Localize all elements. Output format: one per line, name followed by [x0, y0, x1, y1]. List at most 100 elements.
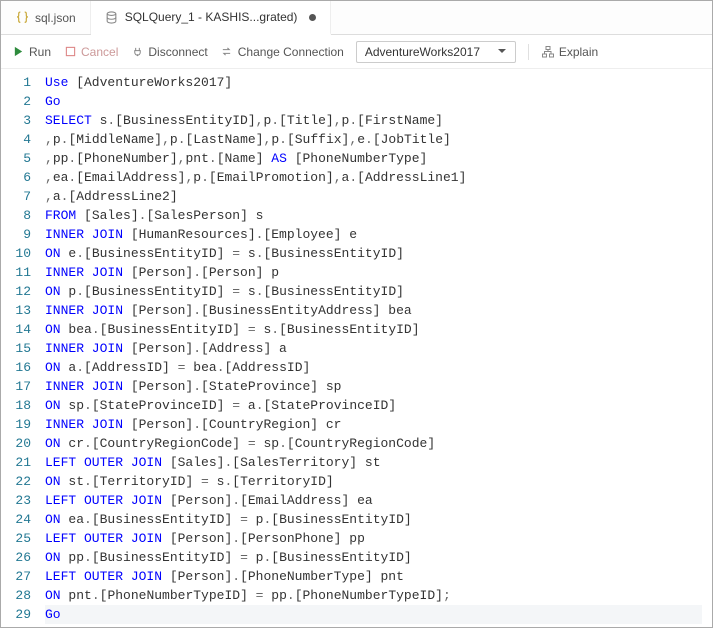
- code-token: p: [271, 132, 279, 147]
- code-token: [BusinessEntityID]: [84, 246, 232, 261]
- code-line[interactable]: ON e.[BusinessEntityID] = s.[BusinessEnt…: [45, 244, 702, 263]
- code-token: ,: [334, 113, 342, 128]
- code-line[interactable]: ,p.[MiddleName],p.[LastName],p.[Suffix],…: [45, 130, 702, 149]
- code-token: [PhoneNumberTypeID]: [295, 588, 443, 603]
- code-token: sp: [256, 436, 279, 451]
- disconnect-button[interactable]: Disconnect: [130, 45, 207, 59]
- code-line[interactable]: ON cr.[CountryRegionCode] = sp.[CountryR…: [45, 434, 702, 453]
- line-number: 29: [11, 605, 31, 624]
- code-line[interactable]: ,pp.[PhoneNumber],pnt.[Name] AS [PhoneNu…: [45, 149, 702, 168]
- code-token: ea: [61, 512, 84, 527]
- code-token: [CountryRegionCode]: [287, 436, 435, 451]
- line-number: 22: [11, 472, 31, 491]
- code-token: .: [279, 132, 287, 147]
- code-token: bea: [185, 360, 216, 375]
- code-line[interactable]: LEFT OUTER JOIN [Sales].[SalesTerritory]…: [45, 453, 702, 472]
- code-token: ON: [45, 588, 61, 603]
- code-token: .: [178, 132, 186, 147]
- tree-icon: [541, 45, 555, 59]
- code-line[interactable]: Go: [45, 92, 702, 111]
- code-token: [PhoneNumber]: [76, 151, 177, 166]
- line-number: 3: [11, 111, 31, 130]
- code-token: [BusinessEntityID]: [92, 550, 240, 565]
- change-connection-button[interactable]: Change Connection: [220, 45, 344, 59]
- code-line[interactable]: ,a.[AddressLine2]: [45, 187, 702, 206]
- code-token: .: [256, 284, 264, 299]
- code-token: [FirstName]: [357, 113, 443, 128]
- code-token: [TerritoryID]: [232, 474, 333, 489]
- code-line[interactable]: LEFT OUTER JOIN [Person].[PersonPhone] p…: [45, 529, 702, 548]
- code-token: ea: [53, 170, 69, 185]
- dirty-indicator-icon: [309, 14, 316, 21]
- cancel-button[interactable]: Cancel: [63, 45, 118, 59]
- code-token: [BusinessEntityID]: [271, 512, 411, 527]
- code-line[interactable]: SELECT s.[BusinessEntityID],p.[Title],p.…: [45, 111, 702, 130]
- code-token: p: [170, 132, 178, 147]
- code-token: [BusinessEntityID]: [264, 284, 404, 299]
- code-token: [Person]: [123, 417, 193, 432]
- code-token: .: [84, 436, 92, 451]
- code-token: .: [287, 588, 295, 603]
- code-line[interactable]: INNER JOIN [Person].[Address] a: [45, 339, 702, 358]
- line-number: 27: [11, 567, 31, 586]
- code-line[interactable]: INNER JOIN [Person].[StateProvince] sp: [45, 377, 702, 396]
- code-line[interactable]: Use [AdventureWorks2017]: [45, 73, 702, 92]
- code-token: [BusinessEntityID]: [84, 284, 232, 299]
- code-token: .: [84, 398, 92, 413]
- code-token: s: [209, 474, 225, 489]
- code-token: =: [232, 246, 240, 261]
- code-line[interactable]: ON bea.[BusinessEntityID] = s.[BusinessE…: [45, 320, 702, 339]
- connection-select[interactable]: AdventureWorks2017: [356, 41, 516, 63]
- line-number: 6: [11, 168, 31, 187]
- explain-label: Explain: [559, 45, 598, 59]
- code-token: .: [232, 531, 240, 546]
- code-line[interactable]: ,ea.[EmailAddress],p.[EmailPromotion],a.…: [45, 168, 702, 187]
- code-line[interactable]: ON p.[BusinessEntityID] = s.[BusinessEnt…: [45, 282, 702, 301]
- code-token: Go: [45, 94, 61, 109]
- code-editor[interactable]: 1234567891011121314151617181920212223242…: [1, 69, 712, 627]
- code-token: ,: [45, 132, 53, 147]
- tab-active[interactable]: SQLQuery_1 - KASHIS...grated): [91, 1, 332, 35]
- code-token: [StateProvinceID]: [92, 398, 232, 413]
- code-line[interactable]: INNER JOIN [Person].[BusinessEntityAddre…: [45, 301, 702, 320]
- code-line[interactable]: Go: [45, 605, 702, 624]
- code-line[interactable]: INNER JOIN [HumanResources].[Employee] e: [45, 225, 702, 244]
- code-line[interactable]: ON pp.[BusinessEntityID] = p.[BusinessEn…: [45, 548, 702, 567]
- code-line[interactable]: ON st.[TerritoryID] = s.[TerritoryID]: [45, 472, 702, 491]
- code-token: LEFT OUTER JOIN: [45, 493, 162, 508]
- code-token: .: [193, 379, 201, 394]
- code-line[interactable]: ON ea.[BusinessEntityID] = p.[BusinessEn…: [45, 510, 702, 529]
- code-token: [BusinessEntityAddress] bea: [201, 303, 412, 318]
- line-number: 4: [11, 130, 31, 149]
- code-token: =: [248, 436, 256, 451]
- code-token: .: [76, 360, 84, 375]
- code-line[interactable]: INNER JOIN [Person].[CountryRegion] cr: [45, 415, 702, 434]
- code-token: [PersonPhone] pp: [240, 531, 365, 546]
- code-line[interactable]: LEFT OUTER JOIN [Person].[EmailAddress] …: [45, 491, 702, 510]
- explain-button[interactable]: Explain: [541, 45, 598, 59]
- code-line[interactable]: ON sp.[StateProvinceID] = a.[StateProvin…: [45, 396, 702, 415]
- line-number: 25: [11, 529, 31, 548]
- code-body[interactable]: Use [AdventureWorks2017] Go SELECT s.[Busi…: [45, 73, 712, 627]
- code-token: [MiddleName]: [68, 132, 162, 147]
- line-number: 15: [11, 339, 31, 358]
- code-token: [BusinessEntityID]: [264, 246, 404, 261]
- code-token: INNER JOIN: [45, 341, 123, 356]
- code-token: FROM: [45, 208, 76, 223]
- code-line[interactable]: INNER JOIN [Person].[Person] p: [45, 263, 702, 282]
- code-line[interactable]: FROM [Sales].[SalesPerson] s: [45, 206, 702, 225]
- line-number: 28: [11, 586, 31, 605]
- code-token: s: [256, 322, 272, 337]
- code-line[interactable]: ON pnt.[PhoneNumberTypeID] = pp.[PhoneNu…: [45, 586, 702, 605]
- tab[interactable]: sql.json: [1, 1, 91, 34]
- code-line[interactable]: ON a.[AddressID] = bea.[AddressID]: [45, 358, 702, 377]
- line-number: 13: [11, 301, 31, 320]
- run-button[interactable]: Run: [11, 45, 51, 59]
- code-token: .: [84, 550, 92, 565]
- code-line[interactable]: LEFT OUTER JOIN [Person].[PhoneNumberTyp…: [45, 567, 702, 586]
- code-token: p: [193, 170, 201, 185]
- toolbar-divider: [528, 44, 529, 60]
- code-token: ON: [45, 246, 61, 261]
- code-token: [SalesTerritory] st: [232, 455, 380, 470]
- stop-icon: [63, 45, 77, 59]
